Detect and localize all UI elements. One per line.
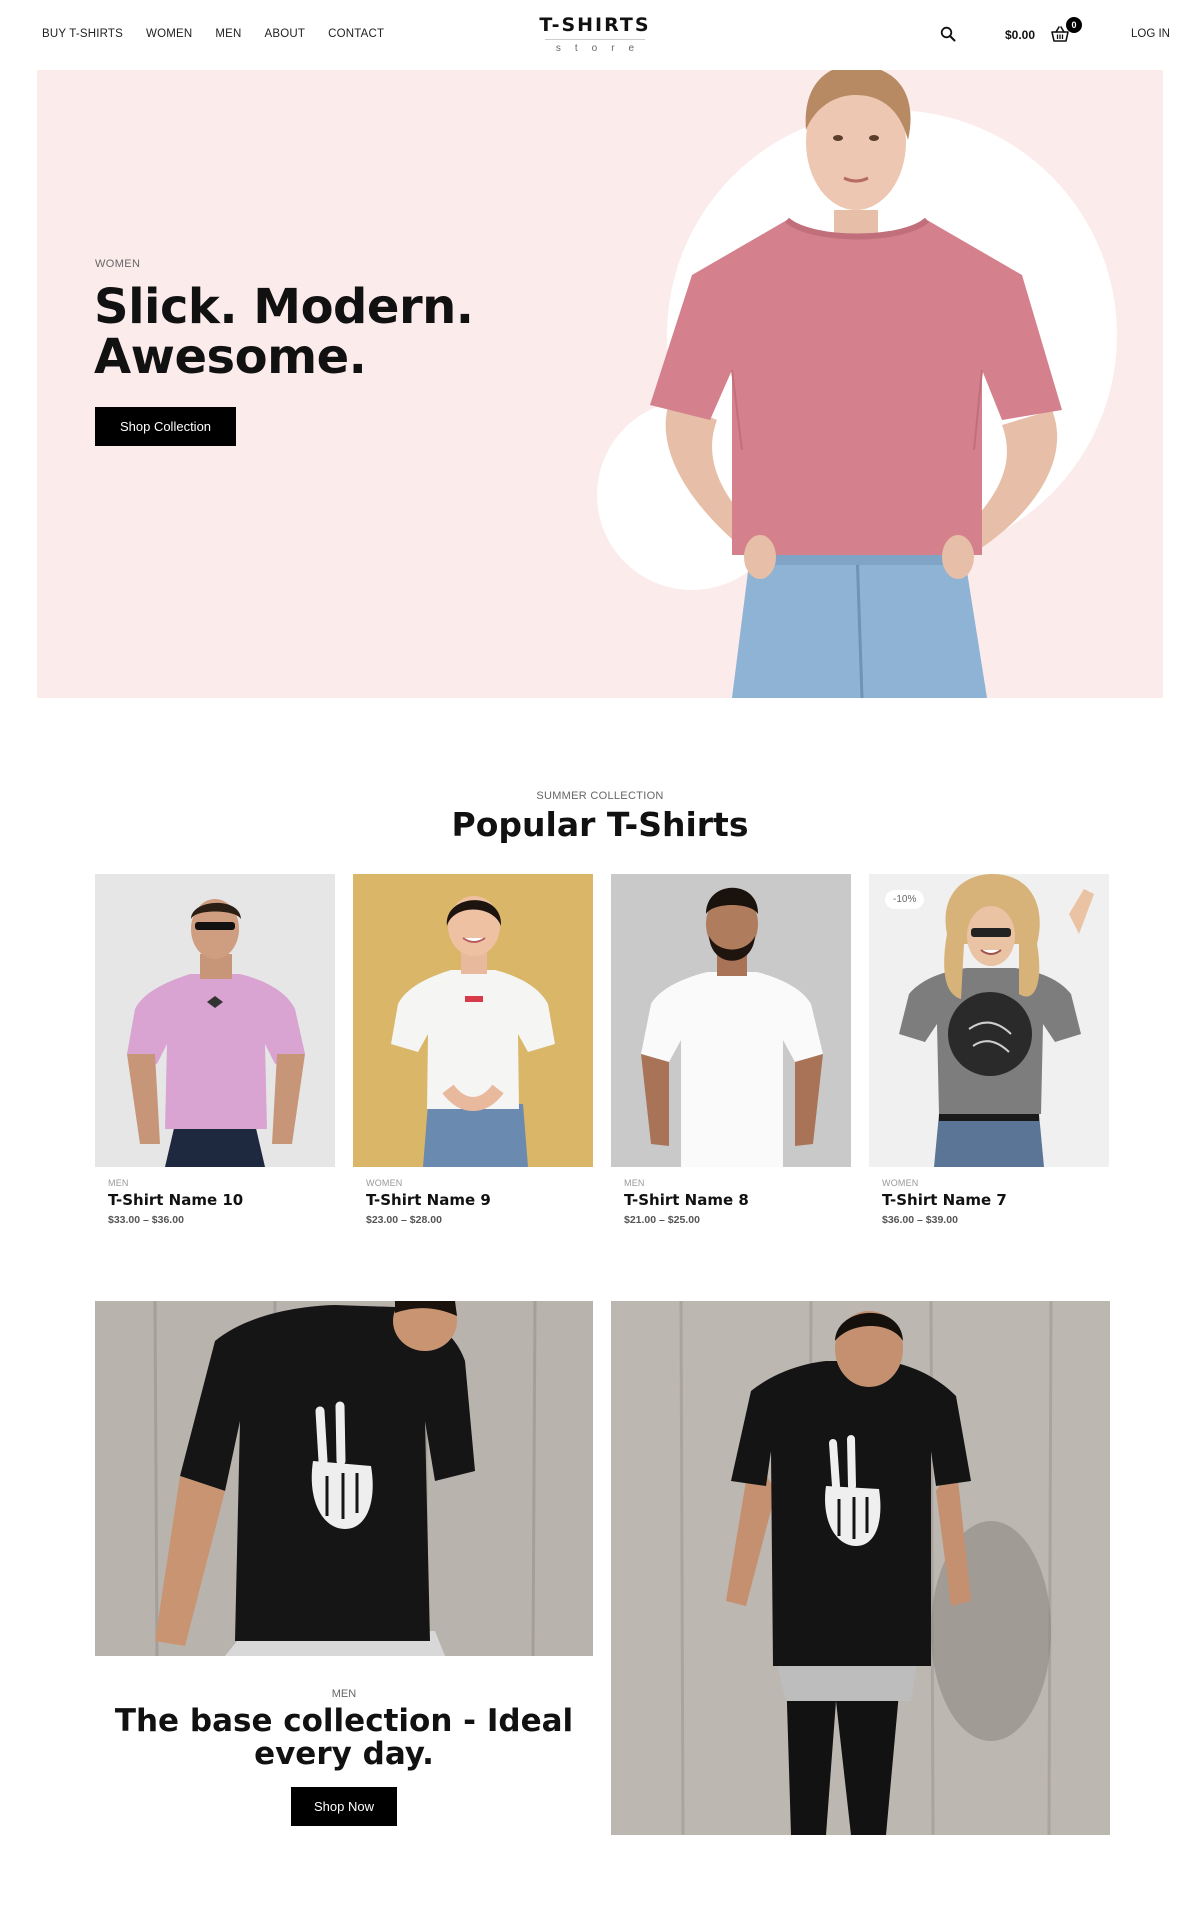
nav-contact[interactable]: CONTACT	[328, 28, 384, 40]
section-title: Popular T-Shirts	[451, 805, 749, 844]
promo-image-right	[611, 1301, 1110, 1835]
product-name[interactable]: T-Shirt Name 9	[366, 1191, 593, 1209]
hero-eyebrow: WOMEN	[95, 258, 141, 270]
product-name[interactable]: T-Shirt Name 7	[882, 1191, 1109, 1209]
logo-divider	[545, 39, 645, 40]
product-card[interactable]: WOMEN T-Shirt Name 9 $23.00 – $28.00	[353, 874, 593, 1234]
section-eyebrow: SUMMER COLLECTION	[536, 790, 664, 802]
logo-title: T-SHIRTS	[539, 14, 651, 36]
login-link[interactable]: LOG IN	[1131, 28, 1170, 40]
promo-eyebrow: MEN	[331, 1688, 357, 1700]
hero-model-image	[650, 70, 1062, 698]
nav-about[interactable]: ABOUT	[265, 28, 306, 40]
product-card[interactable]: MEN T-Shirt Name 8 $21.00 – $25.00	[611, 874, 851, 1234]
product-category: WOMEN	[366, 1178, 403, 1188]
search-icon[interactable]	[940, 26, 956, 42]
nav-buy-tshirts[interactable]: BUY T-SHIRTS	[42, 28, 123, 40]
product-image[interactable]	[353, 874, 593, 1167]
hero-title: Slick. Modern. Awesome.	[94, 279, 474, 385]
product-card[interactable]: MEN T-Shirt Name 10 $33.00 – $36.00	[95, 874, 335, 1234]
product-name[interactable]: T-Shirt Name 8	[624, 1191, 851, 1209]
cart-total[interactable]: $0.00	[1005, 28, 1035, 42]
site-logo[interactable]: T-SHIRTS store	[520, 14, 670, 54]
product-image[interactable]	[611, 874, 851, 1167]
product-image[interactable]	[95, 874, 335, 1167]
product-price: $21.00 – $25.00	[624, 1214, 700, 1226]
nav-women[interactable]: WOMEN	[146, 28, 192, 40]
promo-image-left	[95, 1301, 593, 1656]
site-header: BUY T-SHIRTS WOMEN MEN ABOUT CONTACT T-S…	[0, 0, 1200, 70]
product-price: $23.00 – $28.00	[366, 1214, 442, 1226]
logo-subtitle: store	[555, 43, 649, 54]
product-category: MEN	[624, 1178, 645, 1188]
product-category: MEN	[108, 1178, 129, 1188]
product-card[interactable]: -10% WOMEN T-Shirt Name 7 $36.00 – $39.0…	[869, 874, 1109, 1234]
product-price: $36.00 – $39.00	[882, 1214, 958, 1226]
nav-men[interactable]: MEN	[215, 28, 241, 40]
hero-banner: WOMEN Slick. Modern. Awesome. Shop Colle…	[37, 70, 1163, 698]
promo-title: The base collection - Ideal every day.	[114, 1703, 574, 1772]
shop-collection-button[interactable]: Shop Collection	[95, 407, 236, 446]
product-name[interactable]: T-Shirt Name 10	[108, 1191, 335, 1209]
main-nav: BUY T-SHIRTS WOMEN MEN ABOUT CONTACT	[42, 28, 407, 40]
discount-badge: -10%	[885, 890, 925, 909]
shop-now-button[interactable]: Shop Now	[291, 1787, 397, 1826]
product-category: WOMEN	[882, 1178, 919, 1188]
product-price: $33.00 – $36.00	[108, 1214, 184, 1226]
cart-count-badge: 0	[1066, 17, 1082, 33]
product-image[interactable]: -10%	[869, 874, 1109, 1167]
